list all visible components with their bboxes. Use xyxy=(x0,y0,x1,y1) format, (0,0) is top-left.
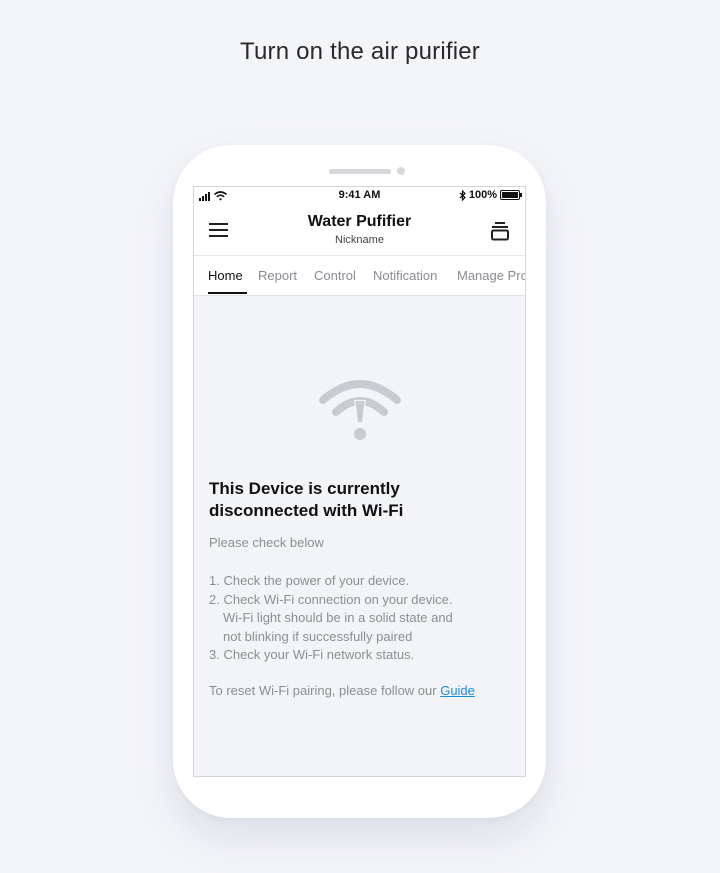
check-instruction: Please check below xyxy=(209,535,324,550)
tab-manage-product[interactable]: Manage Pro xyxy=(457,268,525,283)
tab-notification[interactable]: Notification xyxy=(373,268,437,283)
phone-speaker xyxy=(329,169,391,174)
page-caption: Turn on the air purifier xyxy=(239,38,481,65)
tab-report[interactable]: Report xyxy=(258,268,297,283)
reset-instruction: To reset Wi-Fi pairing, please follow ou… xyxy=(209,683,441,698)
device-title: Water Pufifier xyxy=(307,213,412,230)
step-item: 2. Check Wi-Fi connection on your device… xyxy=(209,591,453,607)
phone-screen: 9:41 AM 100% Water Pufifier Nickname Hom… xyxy=(193,186,526,777)
troubleshooting-steps: 1. Check the power of your device. 2. Ch… xyxy=(209,572,453,665)
tab-home[interactable]: Home xyxy=(208,268,243,283)
battery-icon xyxy=(500,190,522,200)
bluetooth-icon xyxy=(459,189,466,201)
phone-frame: 9:41 AM 100% Water Pufifier Nickname Hom… xyxy=(173,145,546,818)
main-content: This Device is currently disconnected wi… xyxy=(194,296,525,776)
guide-link[interactable]: Guide xyxy=(440,683,475,698)
device-switch-icon[interactable] xyxy=(489,220,511,242)
reset-wifi-text: To reset Wi-Fi pairing, please follow ou… xyxy=(209,683,475,698)
step-item: 3. Check your Wi-Fi network status. xyxy=(209,647,415,662)
tab-control[interactable]: Control xyxy=(314,268,356,283)
active-tab-indicator xyxy=(208,292,247,294)
disconnected-message-title: This Device is currently disconnected wi… xyxy=(209,479,404,520)
wifi-off-icon xyxy=(319,380,401,440)
device-nickname: Nickname xyxy=(335,234,384,246)
status-bar: 9:41 AM 100% xyxy=(194,187,525,205)
battery-percent: 100% xyxy=(468,189,497,201)
app-bar: Water Pufifier Nickname xyxy=(194,205,525,255)
phone-camera xyxy=(397,167,405,175)
step-item: Wi-Fi light should be in a solid state a… xyxy=(223,610,453,625)
tab-bar: Home Report Control Notification Manage … xyxy=(194,255,525,296)
step-item: not blinking if successfully paired xyxy=(223,628,413,644)
step-item: 1. Check the power of your device. xyxy=(209,573,410,588)
status-right: 100% xyxy=(459,189,522,201)
